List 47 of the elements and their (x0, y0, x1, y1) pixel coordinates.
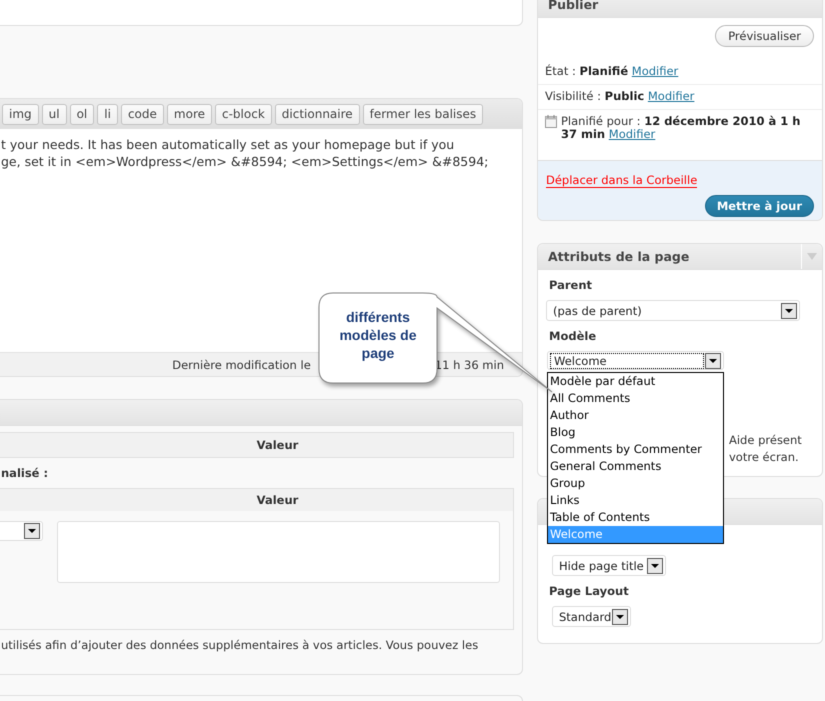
dropdown-option[interactable]: General Comments (548, 458, 723, 475)
dropdown-option[interactable]: Blog (548, 424, 723, 441)
publish-info-text: État : Planifié Modifier (545, 65, 678, 78)
modify-link[interactable]: Modifier (632, 64, 678, 78)
callout-text: différents modèles de page (338, 308, 418, 362)
dropdown-option[interactable]: Comments by Commenter (548, 441, 723, 458)
page-layout-label: Page Layout (549, 584, 630, 598)
dropdown-option[interactable]: Group (548, 475, 723, 492)
parent-select[interactable]: (pas de parent) (546, 300, 800, 321)
value-field[interactable] (57, 521, 500, 583)
key-select[interactable] (0, 521, 43, 541)
dropdown-option[interactable]: All Comments (548, 390, 723, 407)
dropdown-option[interactable]: Modèle par défaut (548, 373, 723, 390)
column-heading: Valeur (256, 438, 300, 452)
toolbar-button[interactable]: ul (42, 104, 67, 124)
panel-title: Attributs de la page (548, 249, 690, 264)
column-heading: Valeur (256, 493, 300, 507)
update-button[interactable]: Mettre à jour (704, 195, 814, 217)
toolbar-button[interactable]: li (97, 104, 118, 124)
editor-text[interactable]: t your needs. It has been automatically set as your homepage but if you ge, set it in <em>Wordpress</em> &#8594; <em>Settings</em> &#8594; (1, 136, 488, 170)
title-display-select[interactable]: Hide page title (552, 555, 666, 576)
publish-info-text: Planifié pour : 12 décembre 2010 à 1 h 37 min Modifier (561, 115, 802, 141)
page-layout-select[interactable]: Standard (552, 606, 631, 627)
modify-link[interactable]: Modifier (608, 127, 656, 141)
trash-link[interactable]: Déplacer dans la Corbeille (546, 173, 698, 188)
toolbar-button[interactable]: dictionnaire (274, 104, 360, 124)
publish-info-text: Visibilité : Public Modifier (545, 90, 694, 103)
toolbar-button[interactable]: img (2, 104, 39, 124)
help-text: Aide présent votre écran. (729, 432, 803, 466)
parent-label: Parent (549, 278, 594, 292)
dropdown-option[interactable]: Author (548, 407, 723, 424)
toolbar-button[interactable]: more (166, 104, 212, 124)
last-modified-text: Dernière modification le (172, 358, 311, 372)
template-label: Modèle (549, 329, 598, 343)
modify-link[interactable]: Modifier (648, 89, 694, 103)
dropdown-option[interactable]: Links (548, 492, 723, 509)
toolbar-button[interactable]: ol (70, 104, 94, 124)
dropdown-option[interactable]: Table of Contents (548, 509, 723, 526)
field-label: nalisé : (1, 466, 50, 480)
preview-button[interactable]: Prévisualiser (715, 25, 814, 47)
toolbar-button[interactable]: code (120, 104, 164, 124)
toggle-arrow-icon[interactable] (807, 253, 817, 260)
help-text: utilisés afin d’ajouter des données supplémentaires à vos articles. Vous pouvez les (1, 638, 480, 652)
template-select[interactable]: Welcome (547, 351, 724, 370)
calendar-icon (545, 115, 557, 128)
toolbar-button[interactable]: fermer les balises (362, 104, 484, 124)
toolbar-button[interactable]: c-block (215, 104, 272, 124)
